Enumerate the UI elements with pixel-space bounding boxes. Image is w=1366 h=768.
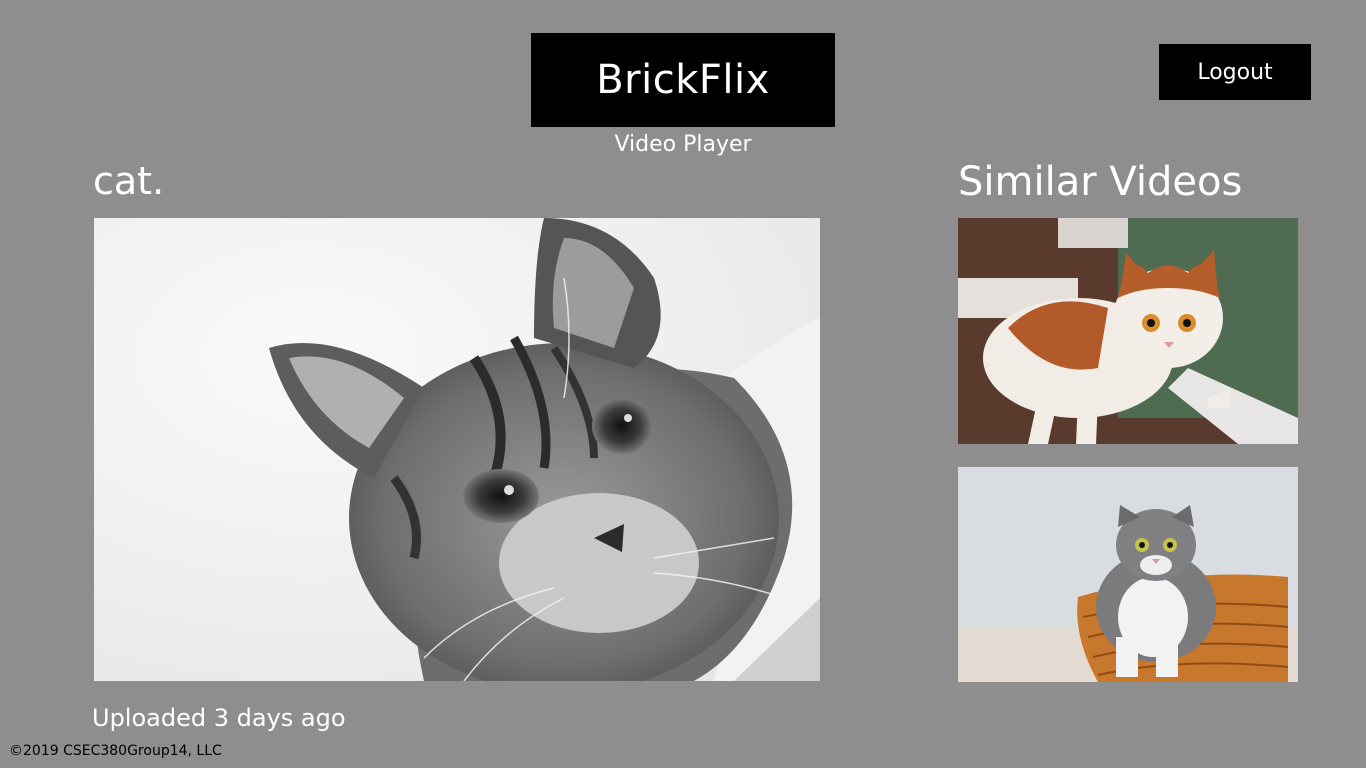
tabby-cat-basket-thumbnail (958, 467, 1298, 682)
page-subtitle: Video Player (614, 132, 752, 157)
logout-button[interactable]: Logout (1159, 44, 1311, 100)
kitten-video-frame (94, 218, 820, 681)
copyright-footer: ©2019 CSEC380Group14, LLC (9, 743, 222, 759)
similar-video-thumbnail-2[interactable] (958, 467, 1298, 682)
video-player[interactable] (94, 218, 820, 681)
video-title: cat. (93, 159, 165, 203)
similar-video-thumbnail-1[interactable] (958, 218, 1298, 444)
upload-info: Uploaded 3 days ago (92, 704, 346, 732)
brand-title: BrickFlix (596, 57, 770, 103)
calico-cat-thumbnail (958, 218, 1298, 444)
similar-videos-heading: Similar Videos (958, 159, 1243, 205)
brand-logo-box[interactable]: BrickFlix (531, 33, 835, 127)
